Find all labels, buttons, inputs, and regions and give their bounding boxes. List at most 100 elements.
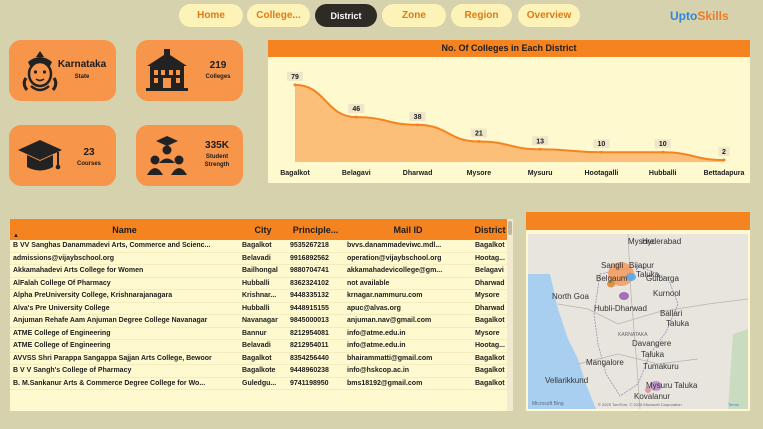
map-label-taluka3: Taluka — [641, 350, 665, 359]
chart-point[interactable] — [599, 150, 603, 154]
sort-ascending-icon[interactable]: ▲ — [13, 233, 19, 239]
table-body: B VV Sanghas Danammadevi Arts, Commerce … — [10, 240, 513, 390]
cell-principal-phone: 8362324102 — [290, 279, 329, 287]
chart-point[interactable] — [416, 123, 420, 127]
chart-title: No. Of Colleges in Each District — [268, 40, 750, 57]
brand-part2: Skills — [697, 9, 729, 23]
chart-point[interactable] — [722, 158, 726, 162]
cell-name: Alva's Pre University College — [13, 304, 110, 312]
kpi-state-value: Karnataka — [57, 59, 107, 70]
cell-city: Bagalkote — [242, 367, 276, 374]
cell-principal-phone: 9448960238 — [290, 367, 329, 374]
cell-district: Mysore — [475, 292, 500, 299]
graduation-cap-icon — [18, 140, 62, 171]
chart-point[interactable] — [477, 139, 481, 143]
map-label-gulbarga: Gulbarga — [646, 274, 679, 283]
nav-colleges[interactable]: College... — [247, 4, 310, 27]
x-tick-label: Hootagalli — [585, 170, 619, 177]
map-copyright: © 2025 TomTom, © 2025 Microsoft Corporat… — [598, 402, 682, 407]
students-icon — [147, 136, 187, 175]
map-label-taluka2: Taluka — [666, 319, 690, 328]
map-label-mangalore: Mangalore — [586, 358, 624, 367]
column-header-name-label: Name — [112, 224, 137, 235]
map-label-bijapur: Bijapur — [629, 261, 654, 270]
chart-point[interactable] — [538, 147, 542, 151]
nav-region[interactable]: Region — [451, 4, 512, 27]
table-row[interactable]: B V V Sangh's College of Pharmacy Bagalko… — [10, 365, 513, 378]
cell-mail: anjuman.nav@gmail.com — [347, 317, 432, 324]
cell-district: Mysore — [475, 329, 500, 337]
x-tick-label: Belagavi — [342, 170, 371, 177]
map-label-hyderabad: Hyderabad — [642, 237, 682, 246]
table-row[interactable]: AVVSS Shri Parappa Sangappa Sajjan Arts … — [10, 353, 513, 365]
kpi-strength-label-line1: Student — [205, 154, 229, 160]
column-header-name[interactable]: Name ▲ — [10, 219, 239, 240]
cell-district: Bagalkot — [475, 367, 505, 374]
data-label: 79 — [291, 74, 299, 81]
cell-city: Belavadi — [242, 254, 271, 262]
data-label: 46 — [352, 106, 360, 113]
cell-district: Bagalkot — [475, 242, 505, 249]
nav-district[interactable]: District — [315, 4, 377, 27]
nav-overview[interactable]: Overview — [518, 4, 580, 27]
cell-mail: info@hskcop.ac.in — [347, 367, 410, 374]
table-row[interactable]: Alpha PreUniversity College, Krishnaraja… — [10, 290, 513, 303]
chart-point[interactable] — [293, 83, 297, 87]
cell-principal-phone: 8354256440 — [290, 354, 329, 362]
table-row[interactable]: admissions@vijaybschool.org Belavadi 99168… — [10, 253, 513, 265]
table-row[interactable]: ATME College of Engineering Bannur 8212954… — [10, 328, 513, 340]
cell-principal-phone: 9880704741 — [290, 267, 329, 274]
map-label-karnataka: KARNATAKA — [618, 332, 648, 338]
nav-zone[interactable]: Zone — [382, 4, 446, 27]
data-label: 10 — [659, 141, 667, 148]
data-label: 2 — [722, 149, 726, 156]
map-label-hubli-dharwad: Hubli-Dharwad — [594, 304, 647, 313]
column-header-mail[interactable]: Mail ID — [344, 219, 472, 240]
cell-name: ATME College of Engineering — [13, 342, 111, 349]
cell-principal-phone: 9916892562 — [290, 254, 329, 262]
table-header: Name ▲ City Principle... Mail ID District — [10, 219, 513, 240]
district-area-chart[interactable]: 79 Bagalkot 46 Belagavi 38 Dharwad 21 Mysore 13 M… — [268, 57, 750, 183]
cell-city: Bailhongal — [242, 267, 278, 274]
kpi-strength-card: 335K Student Strength — [136, 125, 243, 186]
map-label-davangere: Davangere — [632, 339, 672, 348]
table-scrollbar-thumb[interactable] — [508, 221, 512, 235]
cell-name: Anjuman Rehafe Aam Anjuman Degree Colleg… — [13, 317, 208, 324]
kpi-colleges-card: 219 Colleges — [136, 40, 243, 101]
map-label-mysuru-taluka: Mysuru Taluka — [646, 381, 698, 390]
kpi-courses-card: 23 Courses — [9, 125, 116, 186]
cell-district: Hootag... — [475, 342, 505, 349]
brand-part1: Upto — [670, 9, 698, 23]
cell-name: B VV Sanghas Danammadevi Arts, Commerce … — [13, 242, 211, 249]
x-tick-label: Mysuru — [528, 170, 553, 177]
data-label: 13 — [536, 138, 544, 145]
table-row[interactable]: B VV Sanghas Danammadevi Arts, Commerce … — [10, 240, 513, 253]
nav-home[interactable]: Home — [179, 4, 243, 27]
x-tick-label: Hubballi — [649, 170, 677, 177]
table-scrollbar[interactable] — [507, 219, 513, 411]
table-row[interactable]: Alva's Pre University College Hubballi 944… — [10, 303, 513, 315]
district-map[interactable]: Mysore Hyderabad Sangli Bijapur Taluka B… — [528, 234, 748, 409]
chart-point[interactable] — [354, 115, 358, 119]
column-header-district[interactable]: District — [472, 219, 508, 240]
table-row[interactable]: B. M.Sankanur Arts & Commerce Degree Col… — [10, 378, 513, 390]
cell-name: B V V Sangh's College of Pharmacy — [13, 367, 132, 374]
table-row[interactable]: Akkamahadevi Arts College for Women Bailh… — [10, 265, 513, 278]
cell-city: Hubballi — [242, 304, 270, 312]
table-row[interactable]: ATME College of Engineering Belavadi 82129… — [10, 340, 513, 353]
map-terms-link[interactable]: Terms — [728, 402, 739, 407]
data-label: 10 — [598, 141, 606, 148]
cell-city: Hubballi — [242, 279, 270, 287]
cell-principal-phone: 8212954081 — [290, 329, 329, 337]
column-header-principal[interactable]: Principle... — [287, 219, 344, 240]
cell-city: Bagalkot — [242, 242, 272, 249]
cell-district: Bagalkot — [475, 317, 505, 324]
chart-point[interactable] — [661, 150, 665, 154]
map-label-belgaum: Belgaum — [596, 274, 628, 283]
cell-name: AlFalah College Of Pharmacy — [13, 279, 111, 287]
table-row[interactable]: AlFalah College Of Pharmacy Hubballi 83623… — [10, 278, 513, 290]
table-row[interactable]: Anjuman Rehafe Aam Anjuman Degree Colleg… — [10, 315, 513, 328]
column-header-city[interactable]: City — [239, 219, 287, 240]
cell-district: Bagalkot — [475, 354, 505, 362]
kpi-strength-value: 335K — [205, 140, 229, 151]
